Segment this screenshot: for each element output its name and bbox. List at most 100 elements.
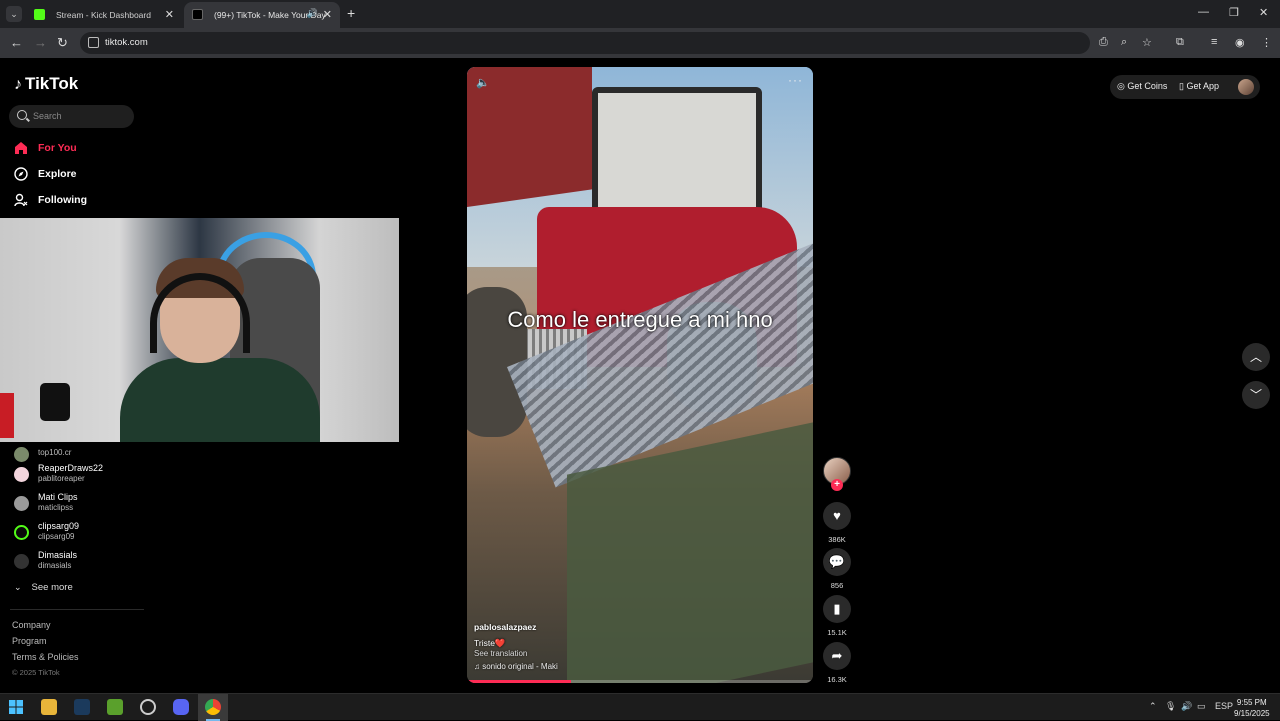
close-window-icon[interactable]: ✕ bbox=[1259, 6, 1268, 19]
app-icon[interactable] bbox=[107, 699, 123, 715]
steam-icon[interactable] bbox=[74, 699, 90, 715]
account-item[interactable]: Dimasials dimasials bbox=[14, 550, 154, 574]
next-video-button[interactable]: ﹀ bbox=[1242, 381, 1270, 409]
home-icon bbox=[15, 142, 27, 154]
menu-icon[interactable]: ⋮ bbox=[1261, 36, 1272, 49]
video-username[interactable]: pablosalazpaez bbox=[474, 622, 536, 632]
video-progress-bar[interactable] bbox=[467, 680, 813, 683]
soda-can bbox=[0, 393, 14, 438]
site-info-icon[interactable] bbox=[88, 37, 99, 48]
tab-audio-icon[interactable]: 🔊 bbox=[307, 8, 318, 19]
share-button[interactable]: ➦ bbox=[823, 642, 851, 670]
streamer-body bbox=[120, 358, 320, 442]
coin-icon: ◎ bbox=[1117, 81, 1125, 91]
forward-icon[interactable]: → bbox=[34, 35, 47, 50]
bookmark-star-icon[interactable]: ☆ bbox=[1142, 36, 1152, 49]
footer-link-program[interactable]: Program bbox=[12, 636, 47, 646]
avatar bbox=[14, 496, 29, 511]
new-tab-button[interactable]: + bbox=[347, 5, 355, 21]
account-item[interactable]: clipsarg09 clipsarg09 bbox=[14, 521, 154, 545]
like-button[interactable]: ♥ bbox=[823, 502, 851, 530]
close-tab-icon[interactable]: ✕ bbox=[323, 8, 332, 21]
kick-favicon-icon bbox=[34, 9, 45, 20]
reload-icon[interactable]: ↻ bbox=[57, 35, 68, 51]
address-bar[interactable] bbox=[80, 32, 1090, 54]
volume-icon[interactable]: 🔊 bbox=[1181, 701, 1192, 712]
user-follow-icon bbox=[14, 193, 28, 207]
footer-link-terms[interactable]: Terms & Policies bbox=[12, 652, 79, 662]
avatar bbox=[14, 467, 29, 482]
get-coins-button[interactable]: ◎ Get Coins bbox=[1117, 81, 1167, 92]
search-input[interactable]: Search bbox=[9, 105, 134, 128]
tab-search-button[interactable]: ⌄ bbox=[6, 6, 22, 22]
tiktok-logo-icon: ♪ bbox=[14, 76, 22, 93]
get-app-button[interactable]: ▯ Get App bbox=[1179, 81, 1219, 92]
language-indicator[interactable]: ESP bbox=[1215, 701, 1233, 711]
browser-tab-bar: ⌄ Stream - Kick Dashboard ✕ (99+) TikTok… bbox=[0, 0, 1280, 28]
bookmark-icon: ▮ bbox=[833, 601, 841, 616]
follow-plus-icon[interactable]: + bbox=[831, 479, 843, 491]
search-icon bbox=[17, 110, 27, 120]
extensions-icon[interactable]: ⧉ bbox=[1176, 36, 1184, 49]
video-tractor-cab bbox=[592, 87, 762, 227]
browser-toolbar: ← → ↻ tiktok.com ⎙ ⌕ ☆ ⧉ ≡ ◉ ⋮ bbox=[0, 28, 1280, 58]
search-placeholder: Search bbox=[33, 111, 62, 121]
comment-button[interactable]: 💬 bbox=[823, 548, 851, 576]
see-more-button[interactable]: ⌄ See more bbox=[14, 582, 73, 593]
video-player[interactable]: Como le entregue a mi hno 🔈 ··· pablosal… bbox=[467, 67, 813, 683]
chrome-icon[interactable] bbox=[205, 699, 221, 715]
user-avatar[interactable] bbox=[1238, 79, 1254, 95]
share-icon: ➦ bbox=[831, 648, 843, 663]
file-explorer-icon[interactable] bbox=[41, 699, 57, 715]
comment-count: 856 bbox=[830, 581, 844, 590]
avatar bbox=[14, 525, 29, 540]
avatar bbox=[14, 447, 29, 462]
more-options-icon[interactable]: ··· bbox=[788, 73, 803, 87]
phone-icon: ▯ bbox=[1179, 81, 1184, 91]
see-translation-link[interactable]: See translation bbox=[474, 649, 527, 658]
system-clock[interactable]: 9:55 PM 9/15/2025 bbox=[1234, 697, 1270, 719]
save-button[interactable]: ▮ bbox=[823, 595, 851, 623]
previous-video-button[interactable]: ︿ bbox=[1242, 343, 1270, 371]
install-app-icon[interactable]: ⎙ bbox=[1099, 36, 1108, 49]
minimize-window-icon[interactable]: — bbox=[1198, 6, 1209, 18]
tab-kick-dashboard[interactable]: Stream - Kick Dashboard ✕ bbox=[26, 2, 182, 28]
media-control-icon[interactable]: ≡ bbox=[1211, 36, 1217, 48]
back-icon[interactable]: ← bbox=[10, 35, 23, 50]
speaker-icon[interactable]: 🔈 bbox=[476, 76, 490, 89]
video-progress-fill bbox=[467, 680, 571, 683]
network-icon[interactable]: ▭ bbox=[1197, 701, 1206, 712]
nav-for-you[interactable]: For You bbox=[14, 140, 144, 158]
nav-explore[interactable]: Explore bbox=[14, 166, 144, 184]
compass-icon bbox=[14, 167, 28, 181]
video-sound[interactable]: ♫ sonido original - Maki bbox=[474, 662, 558, 671]
account-item[interactable]: ReaperDraws22 pablitoreaper bbox=[14, 463, 154, 487]
windows-start-icon[interactable] bbox=[8, 699, 24, 715]
url-text[interactable]: tiktok.com bbox=[105, 37, 148, 48]
tab-title: Stream - Kick Dashboard bbox=[56, 10, 151, 20]
microphone bbox=[40, 383, 70, 421]
footer-link-company[interactable]: Company bbox=[12, 620, 51, 630]
tiktok-logo[interactable]: ♪ TikTok bbox=[14, 74, 78, 94]
heart-icon: ♥ bbox=[833, 508, 841, 523]
save-count: 15.1K bbox=[827, 628, 847, 637]
account-item[interactable]: Mati Clips maticlipss bbox=[14, 492, 154, 516]
chevron-down-icon: ﹀ bbox=[1249, 388, 1262, 402]
video-caption: Como le entregue a mi hno bbox=[507, 307, 773, 332]
tab-tiktok[interactable]: (99+) TikTok - Make Your Day 🔊 ✕ bbox=[184, 2, 340, 28]
copyright: © 2025 TikTok bbox=[12, 668, 60, 677]
microphone-icon[interactable]: 🎙 bbox=[1165, 701, 1176, 712]
chevron-up-icon: ︿ bbox=[1249, 350, 1262, 364]
discord-icon[interactable] bbox=[173, 699, 189, 715]
close-tab-icon[interactable]: ✕ bbox=[165, 8, 174, 21]
obs-icon[interactable] bbox=[140, 699, 156, 715]
like-count: 386K bbox=[828, 535, 846, 544]
zoom-icon[interactable]: ⌕ bbox=[1121, 36, 1127, 49]
restore-window-icon[interactable]: ❐ bbox=[1229, 6, 1239, 19]
chevron-down-icon: ⌄ bbox=[14, 582, 22, 592]
divider bbox=[10, 609, 144, 610]
tray-overflow-icon[interactable]: ⌃ bbox=[1149, 701, 1157, 712]
profile-avatar-icon[interactable]: ◉ bbox=[1235, 36, 1245, 49]
nav-following[interactable]: Following bbox=[14, 192, 144, 210]
comment-icon: 💬 bbox=[828, 554, 846, 569]
